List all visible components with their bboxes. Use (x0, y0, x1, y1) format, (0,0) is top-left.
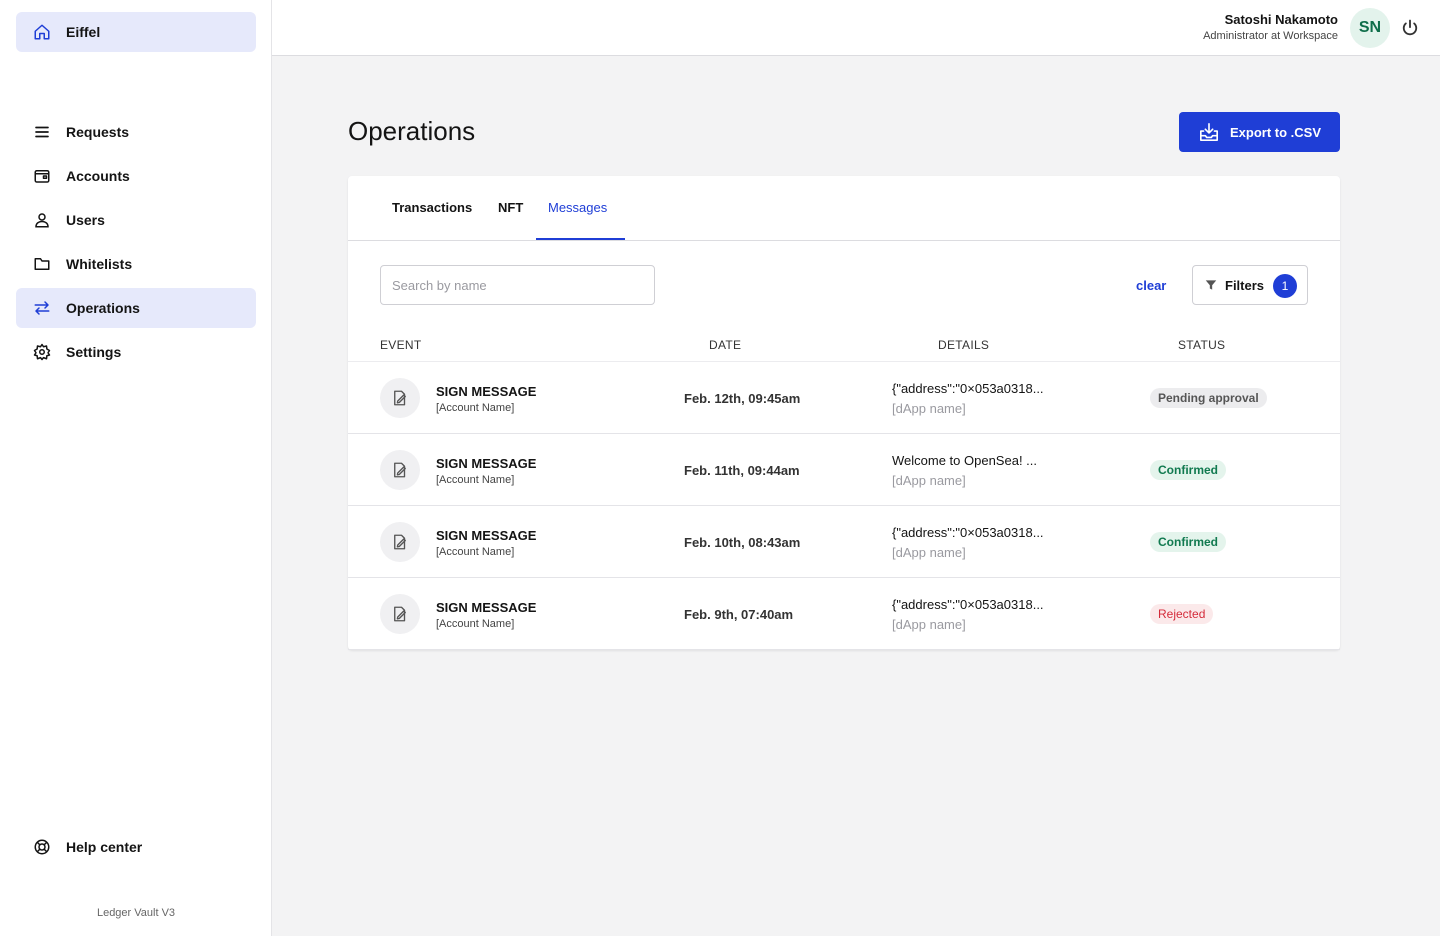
table-row[interactable]: SIGN MESSAGE [Account Name] Feb. 12th, 0… (348, 362, 1340, 434)
lifebuoy-icon (33, 838, 51, 856)
event-title: SIGN MESSAGE (436, 456, 537, 471)
filters-label: Filters (1225, 277, 1265, 293)
tab-transactions[interactable]: Transactions (392, 200, 472, 215)
event-title: SIGN MESSAGE (436, 600, 537, 615)
event-account: [Account Name] (436, 618, 515, 630)
arrows-swap-icon (33, 299, 51, 317)
event-dapp: [dApp name] (892, 545, 966, 560)
search-input[interactable] (380, 265, 655, 305)
active-tab-indicator (536, 238, 625, 240)
event-details: {"address":"0×053a0318... (892, 381, 1044, 396)
wallet-icon (33, 167, 51, 185)
sidebar-item-label: Help center (66, 839, 143, 855)
sign-message-icon (380, 378, 420, 418)
event-account: [Account Name] (436, 546, 515, 558)
event-details: {"address":"0×053a0318... (892, 525, 1044, 540)
sidebar-item-help-center[interactable]: Help center (16, 827, 256, 867)
status-badge: Pending approval (1150, 388, 1267, 408)
filters-count-badge: 1 (1273, 274, 1297, 298)
sign-message-icon (380, 594, 420, 634)
tab-nft[interactable]: NFT (498, 200, 523, 215)
export-csv-label: Export to .CSV (1229, 124, 1321, 140)
app-version: Ledger Vault V3 (96, 907, 176, 919)
user-icon (33, 211, 51, 229)
sidebar-item-label: Settings (66, 344, 122, 360)
sidebar-item-settings[interactable]: Settings (16, 332, 256, 372)
event-dapp: [dApp name] (892, 617, 966, 632)
event-title: SIGN MESSAGE (436, 384, 537, 399)
sidebar-item-label: Operations (66, 300, 140, 316)
sidebar-brand-eiffel[interactable]: Eiffel (16, 12, 256, 52)
gear-icon (33, 343, 51, 361)
status-badge: Confirmed (1150, 532, 1226, 552)
folder-icon (33, 255, 51, 273)
page-title: Operations (348, 116, 476, 146)
event-account: [Account Name] (436, 402, 515, 414)
filter-icon (1205, 280, 1217, 290)
event-date: Feb. 9th, 07:40am (684, 607, 794, 622)
operations-card: Transactions NFT Messages clear Filters … (348, 176, 1340, 650)
status-badge: Rejected (1150, 604, 1214, 624)
export-csv-button[interactable]: Export to .CSV (1179, 112, 1340, 152)
table-row[interactable]: SIGN MESSAGE [Account Name] Feb. 10th, 0… (348, 506, 1340, 578)
sign-message-icon (380, 522, 420, 562)
tab-bar: Transactions NFT Messages (348, 176, 1340, 241)
event-dapp: [dApp name] (892, 401, 966, 416)
event-account: [Account Name] (436, 474, 515, 486)
column-header-date: DATE (709, 338, 742, 352)
top-header: Satoshi Nakamoto Administrator at Worksp… (272, 0, 1440, 56)
column-header-event: EVENT (380, 338, 422, 352)
sidebar-item-whitelists[interactable]: Whitelists (16, 244, 256, 284)
sign-message-icon (380, 450, 420, 490)
sidebar-item-label: Requests (66, 124, 130, 140)
event-dapp: [dApp name] (892, 473, 966, 488)
event-date: Feb. 10th, 08:43am (684, 535, 801, 550)
home-icon (33, 23, 51, 41)
table-row[interactable]: SIGN MESSAGE [Account Name] Feb. 9th, 07… (348, 578, 1340, 650)
status-badge: Confirmed (1150, 460, 1226, 480)
sidebar-brand-label: Eiffel (66, 24, 101, 40)
clear-filters-link[interactable]: clear (1136, 278, 1166, 293)
sidebar-item-label: Whitelists (66, 256, 133, 272)
user-role: Administrator at Workspace (1203, 30, 1338, 42)
table-row[interactable]: SIGN MESSAGE [Account Name] Feb. 11th, 0… (348, 434, 1340, 506)
user-info: Satoshi Nakamoto Administrator at Worksp… (1203, 12, 1338, 42)
event-details: {"address":"0×053a0318... (892, 597, 1044, 612)
sidebar-item-users[interactable]: Users (16, 200, 256, 240)
sidebar-item-label: Users (66, 212, 105, 228)
list-icon (33, 123, 51, 141)
event-details: Welcome to OpenSea! ... (892, 453, 1037, 468)
sidebar-item-label: Accounts (66, 168, 130, 184)
sidebar-item-operations[interactable]: Operations (16, 288, 256, 328)
column-header-details: DETAILS (938, 338, 990, 352)
sidebar: Eiffel Requests Accounts Users Whitelist… (0, 0, 272, 936)
sidebar-item-requests[interactable]: Requests (16, 112, 256, 152)
filters-button[interactable]: Filters 1 (1192, 265, 1308, 305)
event-date: Feb. 11th, 09:44am (684, 463, 800, 478)
download-tray-icon (1199, 123, 1218, 141)
user-name: Satoshi Nakamoto (1224, 12, 1338, 27)
event-date: Feb. 12th, 09:45am (684, 391, 801, 406)
event-title: SIGN MESSAGE (436, 528, 537, 543)
power-icon[interactable] (1400, 18, 1420, 38)
tab-messages[interactable]: Messages (548, 200, 607, 215)
column-header-status: STATUS (1178, 338, 1226, 352)
sidebar-item-accounts[interactable]: Accounts (16, 156, 256, 196)
avatar[interactable]: SN (1350, 8, 1390, 48)
